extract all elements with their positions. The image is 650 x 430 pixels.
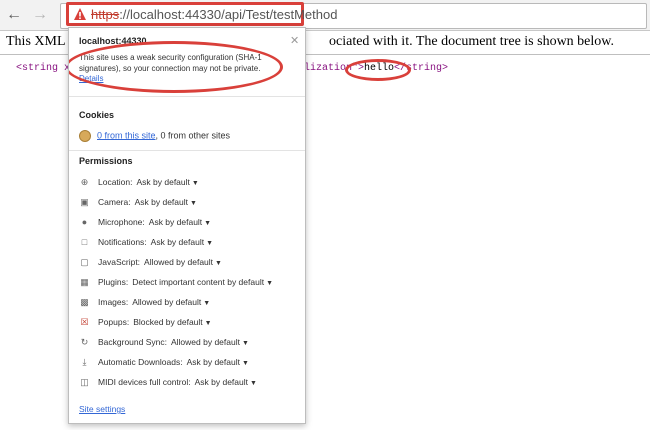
permission-plugins[interactable]: ▦ Plugins: Detect important content by def… xyxy=(79,277,273,291)
permission-label: Popups: xyxy=(98,317,130,327)
permission-value[interactable]: Detect important content by default xyxy=(132,277,264,287)
cookies-rest: , 0 from other sites xyxy=(155,130,231,141)
popups-icon: ☒ xyxy=(80,317,89,327)
url-path: ://localhost:44330/api/Test/testMethod xyxy=(119,7,338,22)
cookies-link[interactable]: 0 from this site xyxy=(97,130,156,140)
url-scheme: https xyxy=(91,7,120,22)
permission-label: JavaScript: xyxy=(98,257,141,267)
permission-value[interactable]: Ask by default xyxy=(137,177,190,187)
chevron-down-icon[interactable]: ▼ xyxy=(215,260,222,267)
divider xyxy=(69,96,305,97)
permission-microphone[interactable]: ● Microphone: Ask by default ▼ xyxy=(79,217,211,231)
chevron-down-icon[interactable]: ▼ xyxy=(250,380,257,387)
chevron-down-icon[interactable]: ▼ xyxy=(206,240,213,247)
permission-label: Images: xyxy=(98,297,129,307)
permission-automatic-downloads[interactable]: ⤓ Automatic Downloads: Ask by default ▼ xyxy=(79,357,249,371)
chevron-down-icon[interactable]: ▼ xyxy=(204,220,211,227)
url-highlight-box[interactable]: https://localhost:44330/api/Test/testMet… xyxy=(66,2,337,26)
permission-label: Notifications: xyxy=(98,237,147,247)
permission-value[interactable]: Ask by default xyxy=(149,217,202,227)
permission-value[interactable]: Ask by default xyxy=(135,197,188,207)
chevron-down-icon[interactable]: ▼ xyxy=(266,280,273,287)
permission-value[interactable]: Allowed by default xyxy=(132,297,201,307)
permission-images[interactable]: ▩ Images: Allowed by default ▼ xyxy=(79,297,210,311)
images-icon: ▩ xyxy=(80,297,89,307)
chevron-down-icon[interactable]: ▼ xyxy=(242,360,249,367)
cookie-icon xyxy=(79,130,91,142)
download-icon: ⤓ xyxy=(82,357,87,367)
notifications-icon: □ xyxy=(81,237,88,247)
plugins-icon: ▦ xyxy=(80,277,89,287)
permission-value[interactable]: Blocked by default xyxy=(133,317,202,327)
permission-notifications[interactable]: □ Notifications: Ask by default ▼ xyxy=(79,237,213,251)
permission-popups[interactable]: ☒ Popups: Blocked by default ▼ xyxy=(79,317,212,331)
permission-label: Microphone: xyxy=(98,217,145,227)
permission-background-sync[interactable]: ↻ Background Sync: Allowed by default ▼ xyxy=(79,337,249,351)
back-icon[interactable]: ← xyxy=(4,5,24,25)
permission-value[interactable]: Allowed by default xyxy=(144,257,213,267)
chevron-down-icon[interactable]: ▼ xyxy=(190,200,197,207)
camera-icon: ▣ xyxy=(80,197,89,207)
chevron-down-icon[interactable]: ▼ xyxy=(203,300,210,307)
site-settings-link[interactable]: Site settings xyxy=(79,404,125,414)
xml-info-left: This XML fi xyxy=(6,34,78,49)
permission-label: Plugins: xyxy=(98,277,129,287)
chevron-down-icon[interactable]: ▼ xyxy=(242,340,249,347)
permission-value[interactable]: Ask by default xyxy=(195,377,248,387)
permission-label: Background Sync: xyxy=(98,337,167,347)
divider xyxy=(69,150,305,151)
javascript-icon: ▢ xyxy=(80,257,89,267)
xml-info-right: ociated with it. The document tree is sh… xyxy=(329,34,614,49)
chevron-down-icon[interactable]: ▼ xyxy=(205,320,212,327)
warning-triangle-icon[interactable] xyxy=(73,7,87,21)
permission-value[interactable]: Allowed by default xyxy=(171,337,240,347)
xml-open-tag-left: <string xm xyxy=(16,63,77,74)
cookies-title: Cookies xyxy=(79,110,115,120)
hello-highlight-ellipse xyxy=(345,59,411,81)
permission-javascript[interactable]: ▢ JavaScript: Allowed by default ▼ xyxy=(79,257,222,271)
permission-midi[interactable]: ◫ MIDI devices full control: Ask by defaul… xyxy=(79,377,257,391)
permission-value[interactable]: Ask by default xyxy=(151,237,204,247)
message-highlight-ellipse xyxy=(69,41,283,93)
midi-icon: ◫ xyxy=(80,377,89,387)
permission-location[interactable]: ⊕ Location: Ask by default ▼ xyxy=(79,177,199,191)
permission-value[interactable]: Ask by default xyxy=(187,357,240,367)
close-icon[interactable]: ✕ xyxy=(290,34,299,47)
cookies-row: 0 from this site, 0 from other sites xyxy=(79,130,230,144)
permission-label: MIDI devices full control: xyxy=(98,377,191,387)
background-sync-icon: ↻ xyxy=(80,337,89,347)
microphone-icon: ● xyxy=(81,217,88,227)
permission-label: Automatic Downloads: xyxy=(98,357,183,367)
location-icon: ⊕ xyxy=(80,177,89,187)
permissions-title: Permissions xyxy=(79,156,133,166)
site-info-popup: localhost:44330 ✕ This site uses a weak … xyxy=(68,27,306,424)
permission-label: Camera: xyxy=(98,197,131,207)
forward-icon[interactable]: → xyxy=(30,5,50,25)
url-text[interactable]: https://localhost:44330/api/Test/testMet… xyxy=(91,7,337,22)
permission-camera[interactable]: ▣ Camera: Ask by default ▼ xyxy=(79,197,197,211)
permission-label: Location: xyxy=(98,177,133,187)
chevron-down-icon[interactable]: ▼ xyxy=(192,180,199,187)
